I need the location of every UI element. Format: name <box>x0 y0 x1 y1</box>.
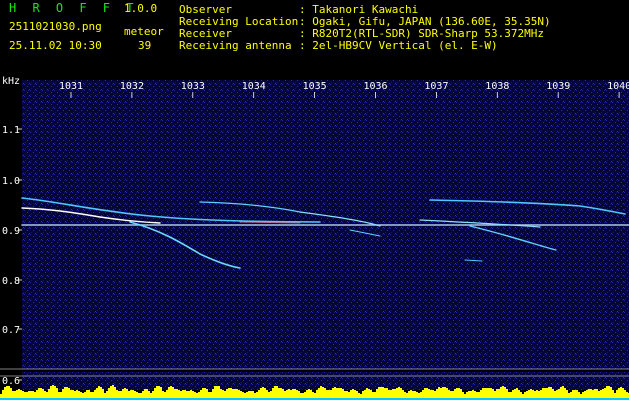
activity-bar <box>50 386 52 400</box>
antenna-row: Receiving antenna : 2el-HB9CV Vertical (e… <box>179 40 498 52</box>
y-tick-label: 0.9 <box>2 226 20 237</box>
activity-bar <box>502 386 504 400</box>
x-tick-label: 1035 <box>303 81 327 92</box>
x-tick-label: 1037 <box>424 81 448 92</box>
spectrogram-plot: kHz 1.1 1.0 0.9 0.8 0.7 0.6 1031 1032 1033 1034 1… <box>0 76 629 400</box>
meteor-count-label: meteor <box>124 25 164 38</box>
activity-bar <box>170 386 172 400</box>
activity-bar <box>608 386 610 400</box>
activity-bar <box>158 386 160 400</box>
activity-bar <box>218 386 220 400</box>
header-panel: H R O F F T 1.0.0 2511021030.png 25.11.0… <box>0 0 629 72</box>
activity-bar <box>606 386 608 400</box>
y-tick-label: 1.1 <box>2 125 20 136</box>
activity-bar <box>276 386 278 400</box>
capture-datetime: 25.11.02 10:30 <box>9 39 102 52</box>
activity-bar <box>214 386 216 400</box>
activity-bar <box>52 385 54 400</box>
y-tick-label: 1.0 <box>2 176 20 187</box>
x-tick-label: 1033 <box>181 81 205 92</box>
antenna-label: Receiving antenna <box>179 39 292 52</box>
activity-bar <box>320 386 322 400</box>
x-tick-label: 1036 <box>364 81 388 92</box>
x-tick-label: 1034 <box>242 81 266 92</box>
activity-bar <box>274 386 276 400</box>
y-tick-label: 0.8 <box>2 276 20 287</box>
spectrogram-background <box>22 80 629 390</box>
x-tick-label: 1031 <box>59 81 83 92</box>
image-filename: 2511021030.png <box>9 20 102 33</box>
activity-bar <box>156 386 158 400</box>
activity-bar <box>8 386 10 400</box>
station-info: Observer: Takanori Kawachi Receiving Loc… <box>179 0 551 72</box>
x-tick-label: 1032 <box>120 81 144 92</box>
y-tick-label: 0.6 <box>2 376 20 387</box>
activity-bar <box>112 385 114 400</box>
activity-bar <box>216 386 218 400</box>
y-tick-label: 0.7 <box>2 325 20 336</box>
activity-bar <box>110 386 112 400</box>
app-version: 1.0.0 <box>124 2 158 15</box>
meteor-count-value: 39 <box>138 39 152 52</box>
activity-bar <box>562 386 564 400</box>
x-tick-label: 1038 <box>485 81 509 92</box>
x-tick-label: 1039 <box>546 81 570 92</box>
y-unit-label: kHz <box>2 76 20 87</box>
activity-bar <box>98 386 100 400</box>
x-tick-label: 1040 <box>607 81 629 92</box>
activity-bar <box>54 386 56 400</box>
app-title: H R O F F T <box>9 1 138 15</box>
antenna-value: : 2el-HB9CV Vertical (el. E-W) <box>299 39 498 52</box>
activity-bar <box>6 386 8 400</box>
bottom-strip <box>22 369 629 372</box>
